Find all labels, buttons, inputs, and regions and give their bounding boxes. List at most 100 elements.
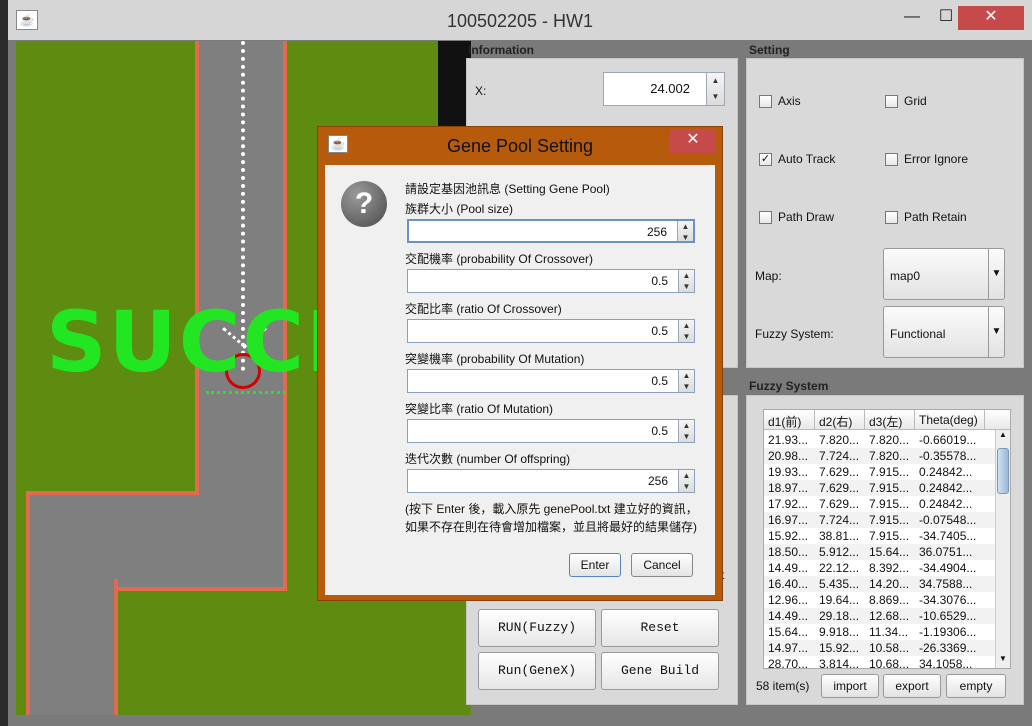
- table-row[interactable]: 15.92... 38.81... 7.915... -34.7405...: [764, 528, 1010, 544]
- offspring-input[interactable]: 256 ▲ ▼: [407, 469, 695, 493]
- table-cell: 7.820...: [819, 433, 860, 447]
- export-button[interactable]: export: [883, 674, 941, 698]
- column-header[interactable]: d2(右): [815, 410, 865, 429]
- axis-checkbox[interactable]: Axis: [759, 94, 801, 108]
- table-row[interactable]: 16.40... 5.435... 14.20... 34.7588...: [764, 576, 1010, 592]
- table-cell: 18.50...: [768, 545, 809, 559]
- mutation-ratio-input[interactable]: 0.5 ▲ ▼: [407, 419, 695, 443]
- table-cell: 18.97...: [768, 481, 809, 495]
- question-icon: ?: [341, 181, 387, 227]
- run-genex-button[interactable]: Run(GeneX): [478, 652, 596, 690]
- scroll-thumb[interactable]: [997, 448, 1009, 494]
- table-row[interactable]: 12.96... 19.64... 8.869... -34.3076...: [764, 592, 1010, 608]
- finish-line: [206, 391, 286, 394]
- auto-track-label: Auto Track: [778, 152, 836, 166]
- table-cell: 14.49...: [768, 561, 809, 575]
- table-cell: 15.92...: [768, 529, 809, 543]
- empty-button[interactable]: empty: [946, 674, 1006, 698]
- gene-build-button[interactable]: Gene Build: [601, 652, 719, 690]
- grid-checkbox[interactable]: Grid: [885, 94, 927, 108]
- table-row[interactable]: 19.93... 7.629... 7.915... 0.24842...: [764, 464, 1010, 480]
- run-fuzzy-button[interactable]: RUN(Fuzzy): [478, 609, 596, 647]
- table-header: d1(前) d2(右) d3(左) Theta(deg): [764, 410, 1010, 430]
- path-retain-checkbox[interactable]: Path Retain: [885, 210, 967, 224]
- error-ignore-checkbox[interactable]: Error Ignore: [885, 152, 968, 166]
- x-spinner[interactable]: ▲ ▼: [706, 73, 724, 105]
- table-cell: -34.3076...: [919, 593, 977, 607]
- column-header[interactable]: d3(左): [865, 410, 915, 429]
- x-input[interactable]: 24.002 ▲ ▼: [603, 72, 725, 106]
- table-row[interactable]: 15.64... 9.918... 11.34... -1.19306...: [764, 624, 1010, 640]
- pool-size-spinner[interactable]: ▲ ▼: [677, 221, 693, 242]
- auto-track-checkbox[interactable]: ✓ Auto Track: [759, 152, 835, 166]
- import-button[interactable]: import: [821, 674, 879, 698]
- table-cell: 10.68...: [869, 657, 910, 669]
- crossover-ratio-value: 0.5: [651, 324, 668, 338]
- table-cell: 8.392...: [869, 561, 910, 575]
- fuzzy-table[interactable]: d1(前) d2(右) d3(左) Theta(deg) 21.93... 7.8…: [763, 409, 1011, 669]
- crossover-prob-spinner[interactable]: ▲ ▼: [678, 270, 694, 292]
- dialog-heading: 請設定基因池訊息 (Setting Gene Pool): [405, 182, 610, 196]
- checkbox-box[interactable]: [759, 94, 772, 108]
- table-cell: 0.24842...: [919, 497, 973, 511]
- table-row[interactable]: 14.97... 15.92... 10.58... -26.3369...: [764, 640, 1010, 656]
- scroll-down-icon[interactable]: ▼: [996, 654, 1010, 668]
- table-row[interactable]: 17.92... 7.629... 7.915... 0.24842...: [764, 496, 1010, 512]
- table-scrollbar[interactable]: ▲ ▼: [995, 430, 1010, 668]
- table-row[interactable]: 18.50... 5.912... 15.64... 36.0751...: [764, 544, 1010, 560]
- chevron-down-icon[interactable]: ▼: [988, 249, 1004, 299]
- table-cell: -34.4904...: [919, 561, 977, 575]
- checkbox-box[interactable]: [885, 94, 898, 108]
- mutation-ratio-spinner[interactable]: ▲ ▼: [678, 420, 694, 442]
- path-draw-checkbox[interactable]: Path Draw: [759, 210, 834, 224]
- crossover-ratio-spinner[interactable]: ▲ ▼: [678, 320, 694, 342]
- checkbox-box[interactable]: [885, 152, 898, 166]
- cancel-button[interactable]: Cancel: [631, 553, 693, 577]
- checkbox-checked[interactable]: ✓: [759, 152, 772, 166]
- crossover-prob-input[interactable]: 0.5 ▲ ▼: [407, 269, 695, 293]
- mutation-prob-spinner[interactable]: ▲ ▼: [678, 370, 694, 392]
- table-cell: 7.629...: [819, 497, 860, 511]
- table-row[interactable]: 14.49... 29.18... 12.68... -10.6529...: [764, 608, 1010, 624]
- dialog-close-button[interactable]: ✕: [670, 129, 716, 153]
- scroll-up-icon[interactable]: ▲: [996, 430, 1010, 444]
- table-row[interactable]: 20.98... 7.724... 7.820... -0.35578...: [764, 448, 1010, 464]
- window-title: 100502205 - HW1: [446, 11, 594, 31]
- mutation-ratio-label: 突變比率 (ratio Of Mutation): [405, 402, 554, 416]
- track-fill-lower: [30, 495, 114, 715]
- crossover-prob-label: 交配機率 (probability Of Crossover): [405, 252, 594, 266]
- pool-size-input[interactable]: 256 ▲ ▼: [407, 219, 695, 243]
- crossover-ratio-input[interactable]: 0.5 ▲ ▼: [407, 319, 695, 343]
- table-cell: 15.64...: [869, 545, 910, 559]
- table-cell: 3.814...: [819, 657, 860, 669]
- chevron-down-icon[interactable]: ▼: [988, 307, 1004, 357]
- mutation-prob-value: 0.5: [651, 374, 668, 388]
- fuzzy-system-select[interactable]: Functional ▼: [883, 306, 1005, 358]
- table-cell: 14.20...: [869, 577, 910, 591]
- enter-button[interactable]: Enter: [569, 553, 621, 577]
- table-row[interactable]: 18.97... 7.629... 7.915... 0.24842...: [764, 480, 1010, 496]
- mutation-prob-input[interactable]: 0.5 ▲ ▼: [407, 369, 695, 393]
- column-header[interactable]: d1(前): [764, 410, 815, 429]
- map-select[interactable]: map0 ▼: [883, 248, 1005, 300]
- reset-button[interactable]: Reset: [601, 609, 719, 647]
- table-cell: 5.435...: [819, 577, 860, 591]
- table-cell: 7.629...: [819, 481, 860, 495]
- table-row[interactable]: 16.97... 7.724... 7.915... -0.07548...: [764, 512, 1010, 528]
- setting-label: Setting: [749, 43, 790, 57]
- offspring-spinner[interactable]: ▲ ▼: [678, 470, 694, 492]
- item-count: 58 item(s): [756, 679, 810, 693]
- table-cell: -10.6529...: [919, 609, 977, 623]
- table-cell: 38.81...: [819, 529, 860, 543]
- close-button[interactable]: ✕: [958, 6, 1024, 30]
- fuzzy-system-label: Fuzzy System:: [755, 327, 834, 341]
- table-row[interactable]: 14.49... 22.12... 8.392... -34.4904...: [764, 560, 1010, 576]
- column-header[interactable]: Theta(deg): [915, 410, 985, 429]
- table-row[interactable]: 21.93... 7.820... 7.820... -0.66019...: [764, 432, 1010, 448]
- checkbox-box[interactable]: [759, 210, 772, 224]
- setting-panel: Axis Grid ✓ Auto Track Error Ignore Path …: [746, 58, 1024, 368]
- checkbox-box[interactable]: [885, 210, 898, 224]
- table-cell: 10.58...: [869, 641, 910, 655]
- dialog-note-line1: (按下 Enter 後，載入原先 genePool.txt 建立好的資訊，: [405, 502, 698, 516]
- table-row[interactable]: 28.70... 3.814... 10.68... 34.1058...: [764, 656, 1010, 669]
